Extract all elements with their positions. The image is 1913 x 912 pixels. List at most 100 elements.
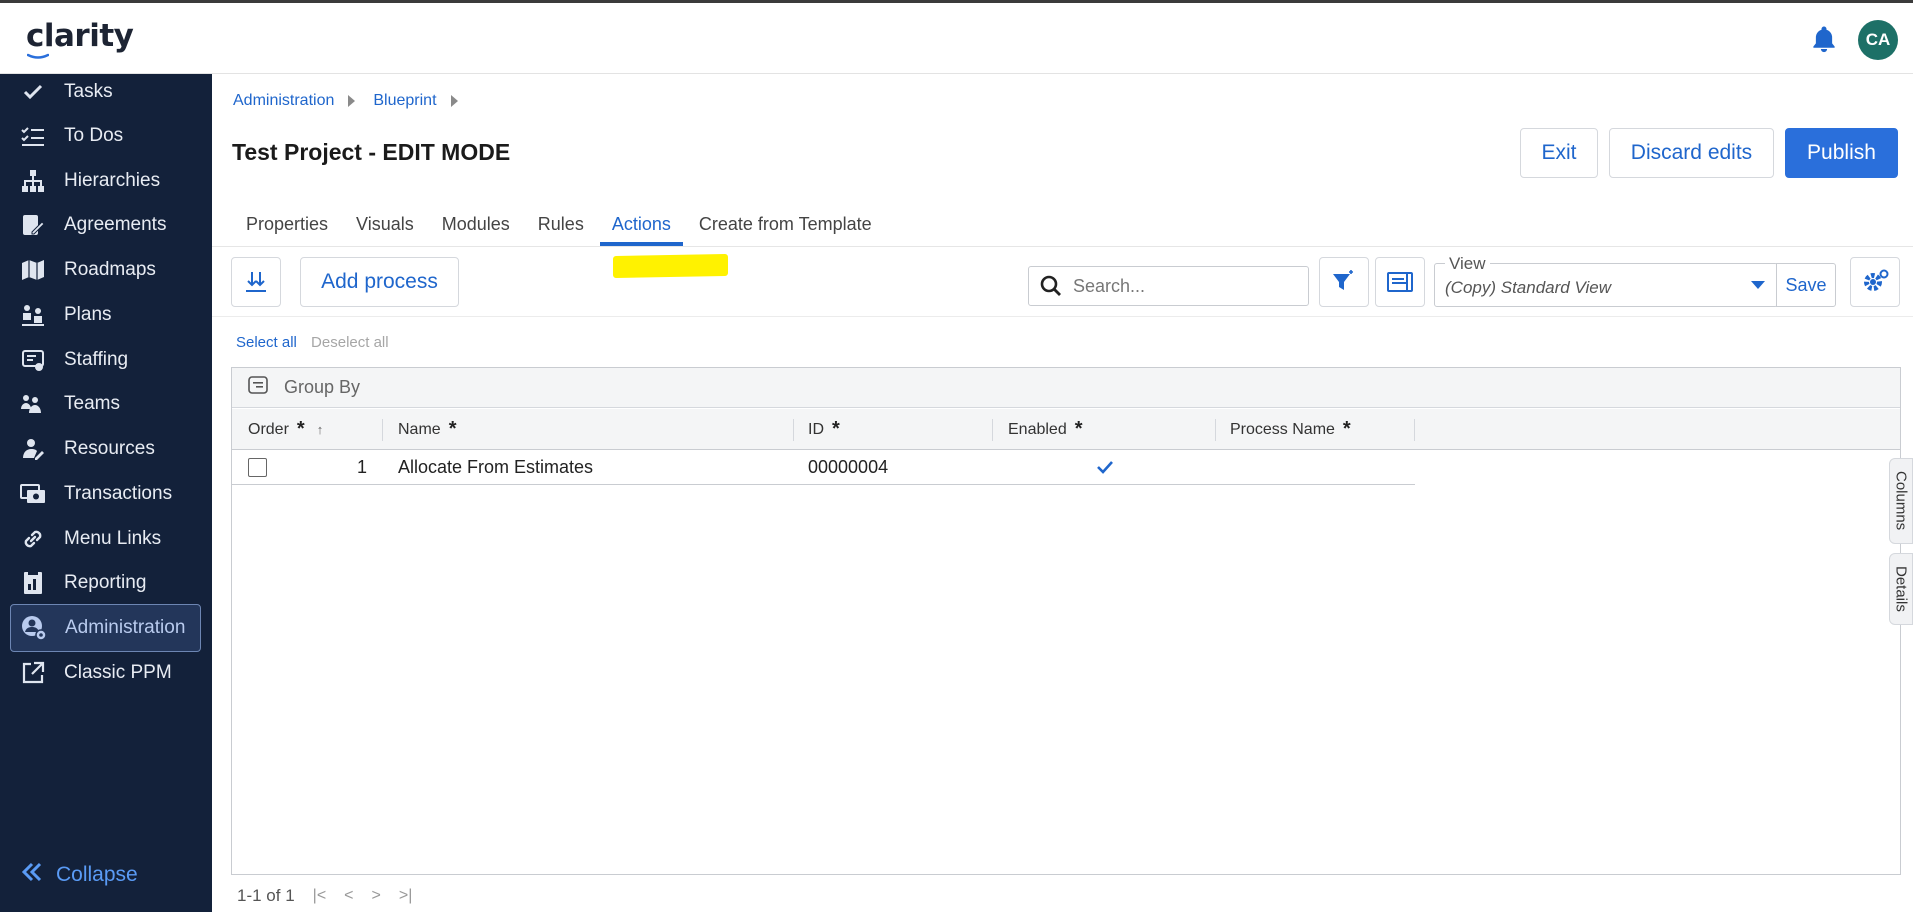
filter-button[interactable] [1319, 257, 1369, 307]
sidebar-item-hierarchies[interactable]: Hierarchies [10, 157, 201, 205]
export-button[interactable] [231, 257, 281, 307]
grid-header-row: Order * ↑ Name * ID * Enabled * Process … [232, 409, 1900, 450]
sidebar-item-plans[interactable]: Plans [10, 291, 201, 339]
sidebar-item-reporting[interactable]: Reporting [10, 559, 201, 607]
tab-visuals[interactable]: Visuals [342, 206, 428, 246]
details-side-tab[interactable]: Details [1889, 553, 1913, 625]
view-value: (Copy) Standard View [1445, 278, 1611, 297]
column-separator[interactable] [992, 419, 993, 441]
next-page-icon[interactable]: > [372, 887, 381, 905]
sidebar-item-classic-ppm[interactable]: Classic PPM [10, 649, 201, 697]
plans-icon [18, 300, 48, 330]
notification-bell-icon[interactable] [1809, 23, 1839, 55]
breadcrumb-blueprint[interactable]: Blueprint [373, 92, 436, 110]
sidebar-item-agreements[interactable]: Agreements [10, 201, 201, 249]
user-avatar[interactable]: CA [1858, 20, 1898, 60]
column-header-enabled[interactable]: Enabled * [1008, 409, 1083, 450]
column-separator[interactable] [1215, 419, 1216, 441]
column-header-process-name[interactable]: Process Name * [1230, 409, 1351, 450]
sidebar-item-tasks[interactable]: Tasks [10, 68, 201, 116]
column-header-label: Name [398, 420, 441, 438]
sidebar-item-resources[interactable]: Resources [10, 425, 201, 473]
clarity-logo[interactable]: clarity [26, 18, 134, 54]
pagination-summary: 1-1 of 1 [237, 886, 295, 905]
tab-actions[interactable]: Actions [598, 206, 685, 246]
chevron-down-icon[interactable] [1751, 281, 1765, 289]
details-panel-button[interactable] [1375, 257, 1425, 307]
select-all-link[interactable]: Select all [236, 334, 297, 351]
search-input[interactable] [1073, 275, 1293, 297]
sidebar-item-label: Classic PPM [64, 662, 172, 683]
admin-gear-icon [19, 613, 49, 643]
tab-modules[interactable]: Modules [428, 206, 524, 246]
external-link-icon [18, 658, 48, 688]
tab-create-from-template[interactable]: Create from Template [685, 206, 886, 246]
column-header-order[interactable]: Order * ↑ [248, 409, 323, 450]
sidebar-item-to-dos[interactable]: To Dos [10, 112, 201, 160]
logo-swoosh-icon [27, 53, 49, 59]
column-header-name[interactable]: Name * [398, 409, 456, 450]
sidebar: Tasks To Dos Hierarchies Agreements Road… [0, 74, 212, 912]
reporting-icon [18, 568, 48, 598]
view-selector[interactable]: View (Copy) Standard View Save [1434, 254, 1836, 307]
sidebar-item-label: Teams [64, 393, 120, 414]
discard-edits-button[interactable]: Discard edits [1609, 128, 1774, 178]
details-side-tab-label: Details [1892, 566, 1910, 612]
sidebar-item-menu-links[interactable]: Menu Links [10, 515, 201, 563]
breadcrumb-administration[interactable]: Administration [233, 92, 334, 110]
column-separator[interactable] [382, 419, 383, 441]
sidebar-item-label: Tasks [64, 81, 113, 102]
sidebar-item-label: Plans [64, 304, 112, 325]
hierarchy-icon [18, 166, 48, 196]
column-separator[interactable] [793, 419, 794, 441]
previous-page-icon[interactable]: < [344, 887, 353, 905]
gear-icon [1864, 269, 1889, 291]
search-box [1028, 266, 1309, 306]
exit-button[interactable]: Exit [1520, 128, 1598, 178]
teams-icon [18, 389, 48, 419]
sidebar-item-roadmaps[interactable]: Roadmaps [10, 246, 201, 294]
toolbar-divider [212, 316, 1913, 317]
group-by-bar[interactable]: Group By [232, 368, 1900, 408]
collapse-sidebar-button[interactable]: Collapse [20, 860, 138, 890]
cell-order: 1 [356, 456, 367, 477]
cell-enabled [1096, 450, 1114, 484]
tab-rules[interactable]: Rules [524, 206, 598, 246]
sidebar-item-teams[interactable]: Teams [10, 380, 201, 428]
search-icon [1040, 275, 1061, 296]
tab-properties[interactable]: Properties [232, 206, 342, 246]
asterisk-icon: * [1342, 418, 1351, 440]
first-page-icon[interactable]: |< [313, 887, 327, 905]
publish-button[interactable]: Publish [1785, 128, 1898, 178]
map-icon [18, 255, 48, 285]
save-view-button[interactable]: Save [1776, 263, 1836, 307]
filter-icon [1333, 270, 1353, 290]
check-icon [18, 77, 48, 107]
sidebar-item-label: To Dos [64, 125, 124, 146]
asterisk-icon: * [296, 418, 305, 440]
sidebar-item-label: Menu Links [64, 528, 162, 549]
column-header-label: Enabled [1008, 420, 1067, 438]
cell-name[interactable]: Allocate From Estimates [398, 450, 593, 484]
column-separator[interactable] [1414, 419, 1415, 441]
panel-layout-icon [1387, 272, 1413, 292]
collapse-label: Collapse [56, 863, 138, 886]
double-chevron-left-icon [20, 860, 44, 890]
last-page-icon[interactable]: >| [399, 887, 413, 905]
sidebar-item-administration[interactable]: Administration [10, 604, 201, 652]
breadcrumb-separator-icon [348, 95, 356, 107]
sidebar-item-staffing[interactable]: Staffing [10, 336, 201, 384]
settings-button[interactable] [1850, 257, 1900, 307]
sidebar-item-transactions[interactable]: Transactions [10, 470, 201, 518]
row-checkbox[interactable] [248, 458, 267, 477]
table-row[interactable]: 1 Allocate From Estimates 00000004 [232, 450, 1415, 485]
sort-ascending-icon[interactable]: ↑ [317, 422, 324, 437]
columns-side-tab[interactable]: Columns [1889, 458, 1913, 544]
asterisk-icon: * [1074, 418, 1083, 440]
sidebar-item-label: Staffing [64, 349, 129, 370]
add-process-button[interactable]: Add process [300, 257, 459, 307]
resources-icon [18, 434, 48, 464]
deselect-all-link[interactable]: Deselect all [311, 334, 389, 351]
page-title: Test Project - EDIT MODE [232, 139, 511, 165]
column-header-id[interactable]: ID * [808, 409, 840, 450]
